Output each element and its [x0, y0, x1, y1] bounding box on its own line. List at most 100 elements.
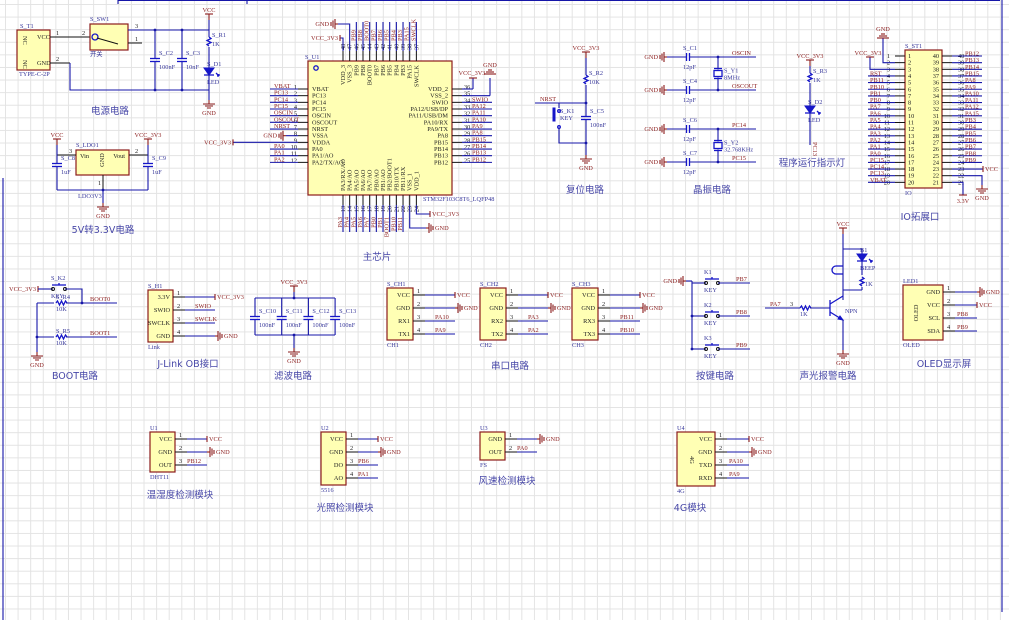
io-expansion-circuit[interactable]: S_ST1IO1 12 2GND3 3VCC_3V34 4RST5 5PB116 6PB10…: [855, 26, 998, 223]
gnd-label: GND: [644, 87, 658, 94]
pin-name: SDA: [927, 328, 940, 335]
gnd-label: GND: [96, 213, 110, 220]
component-ref: S_CH3: [572, 281, 591, 288]
key-ref: K1: [704, 269, 712, 276]
resistor-ref: S_R3: [813, 68, 827, 75]
net-label: PB9: [965, 157, 976, 164]
pin-number: 3: [135, 23, 138, 30]
resistor-icon: [799, 304, 812, 312]
ground-icon: [659, 124, 665, 134]
pin-number: 1: [98, 180, 101, 187]
ground-icon: [428, 223, 434, 233]
reset-key-icon: [552, 107, 556, 122]
pin-number: 4: [510, 327, 514, 334]
ground-icon: [979, 287, 985, 297]
net-label: PB9: [957, 324, 968, 331]
crystal-icon: [713, 69, 723, 78]
net-label: PA0: [517, 445, 528, 452]
power-port-label: VCC: [979, 302, 992, 309]
block-title: 按键电路: [696, 370, 735, 382]
resistor-icon: [806, 72, 814, 83]
pin-name: 3.3V: [158, 294, 171, 301]
junction: [690, 347, 694, 351]
crystal-circuit[interactable]: GND S_C1 12pF OSCIN GND S_C4 12pF OSCOUT GND S_C6…: [644, 45, 757, 196]
alarm-circuit[interactable]: VCCB1BEEP1KPA7 31K NPNGND声光报警电路: [765, 221, 876, 382]
net-label: BOOT0: [90, 296, 110, 303]
pin-name: 20: [908, 179, 914, 186]
power-port-label: VCC_3V3: [135, 132, 162, 139]
pin-number: 4: [947, 324, 951, 331]
net-label: PA1: [358, 471, 369, 478]
pin-number: 2: [602, 301, 605, 308]
net-label: PB6: [358, 458, 369, 465]
gnd-label: GND: [287, 358, 301, 365]
gnd-label: GND: [975, 195, 989, 202]
transistor-label: NPN: [845, 308, 858, 315]
net-label: PB12: [187, 458, 201, 465]
serial-circuit[interactable]: S_CH1 CH1 1 VCC VCC 2 GND GND 3 RX1 PA10 4 TX1 PA9 S_C…: [386, 281, 663, 372]
pin-number: 3: [177, 316, 180, 323]
ground-icon: [659, 85, 665, 95]
ldo-circuit[interactable]: S_LDO1 LDO3V3 Vin Vout GND 3 2 1 VCC S_C8 1uF VCC_3…: [51, 132, 166, 236]
dht11-module[interactable]: U1 DHT11 1 VCC VCC 2 GND GND 3 OUT PB12 温湿度检测模块: [147, 425, 230, 501]
pin-number: 1: [177, 290, 180, 297]
pin-number: 4: [719, 471, 723, 478]
pin-number: 25: [464, 157, 470, 164]
block-title: 电源电路: [91, 105, 130, 117]
net-wire: [558, 128, 586, 144]
reset-circuit[interactable]: VCC_3V3 S_R2 10K NRST S_K1KEY S_C5 100nF GND 复位电…: [535, 45, 607, 196]
schematic-canvas[interactable]: S_T1TYPE-C-2PVCCGNDNCNC12S_SW1开关231S_C21…: [0, 0, 1009, 620]
schematic-sheet[interactable]: S_T1 TYPE-C-2P VCC GND NC NC 1 2 S_SW1 开关 2 3 1 S_C2 1…: [0, 0, 1009, 620]
oled-circuit[interactable]: LED1 OLED 1 GND GND 2 VCC VCC 3 SCL PB8 4 SDA PB9 OLED…: [902, 278, 1000, 370]
pin-number: 1: [602, 288, 605, 295]
power-port-label: VCC_3V3: [217, 294, 244, 301]
capacitor-ref: S_C3: [186, 50, 200, 57]
junction: [153, 88, 157, 92]
run-led-circuit[interactable]: VCC_3V3S_R31KS_D2LEDPC13程序运行指示灯: [779, 53, 846, 169]
jlink-circuit[interactable]: S_H1 Link 1 3.3V VCC_3V3 2 SWIO SWIO 3 SWCLK SWCLK…: [147, 283, 244, 370]
power-port-label: VCC_3V3: [432, 211, 459, 218]
resistor-value: 10K: [589, 79, 600, 86]
light-sensor-module[interactable]: U2 5516 1 VCC VCC 2 GND GND 3 DO PB6 4 AO PA1 光照检测模块: [316, 425, 401, 514]
4g-module[interactable]: U4 4G 1 VCC VCC 2 GND GND 3 TXD PA10 4 RXD PA9 4G 4G模块: [674, 425, 772, 514]
pin-number: 2: [135, 148, 138, 155]
gnd-label: GND: [644, 159, 658, 166]
power-port-label: VCC: [642, 292, 655, 299]
ground-icon: [217, 331, 223, 341]
pin-number: 4: [417, 327, 421, 334]
filter-circuit[interactable]: VCC_3V3 S_C10 100nF S_C11 100nF S_C12 100nF S_C…: [250, 279, 356, 382]
component-ref: U4: [677, 425, 686, 432]
ground-icon: [580, 158, 592, 164]
ground-icon: [330, 19, 336, 29]
net-label: NRST: [540, 96, 556, 103]
crystal-ref: S_Y2: [724, 140, 738, 147]
power-switch[interactable]: [89, 23, 129, 51]
component-ref: S_H1: [148, 283, 162, 290]
block-title: 5V转3.3V电路: [72, 224, 135, 236]
pin-name: RX2: [491, 318, 503, 325]
pin-number: 2: [417, 301, 420, 308]
power-port-label: VCC: [51, 132, 64, 139]
gnd-label: GND: [546, 436, 560, 443]
block-title: 晶振电路: [693, 184, 732, 196]
gnd-label: GND: [644, 126, 658, 133]
mcu-circuit[interactable]: S_U1STM32F103C8T6_LQFP481 VBATVBAT2 PC13PC…: [204, 19, 497, 263]
block-title: 4G模块: [674, 502, 707, 514]
power-port-label: VCC_3V3: [281, 279, 308, 286]
capacitor-value: 100nF: [159, 64, 176, 71]
power-circuit[interactable]: S_T1 TYPE-C-2P VCC GND NC NC 1 2 S_SW1 开关 2 3 1 S_C2 1…: [16, 7, 226, 117]
component-ref: S_SW1: [90, 16, 109, 23]
pin-number: 2: [82, 30, 85, 37]
wind-sensor-module[interactable]: U3 FS 1 GND GND 2 OUT PA0 风速检测模块: [478, 425, 560, 487]
boot-circuit[interactable]: VCC_3V3S_K2KEYS_R410KBOOT0S_R510KBOOT1GN…: [9, 275, 117, 382]
key-circuit[interactable]: GND K1 KEY PB7 K2 KEY PB8 K3 KEY PB9 按键电路: [663, 269, 750, 382]
pin-number: 4: [177, 329, 181, 336]
pin-number: 2: [509, 445, 512, 452]
capacitor-ref: S_C2: [159, 50, 173, 57]
emitter-arrow: [837, 315, 845, 321]
pin-number: 4: [350, 471, 354, 478]
block-title: BOOT电路: [52, 370, 99, 382]
component-value: DHT11: [150, 474, 169, 481]
capacitor-value: 100nF: [339, 322, 356, 329]
component-value: CH3: [572, 342, 584, 349]
